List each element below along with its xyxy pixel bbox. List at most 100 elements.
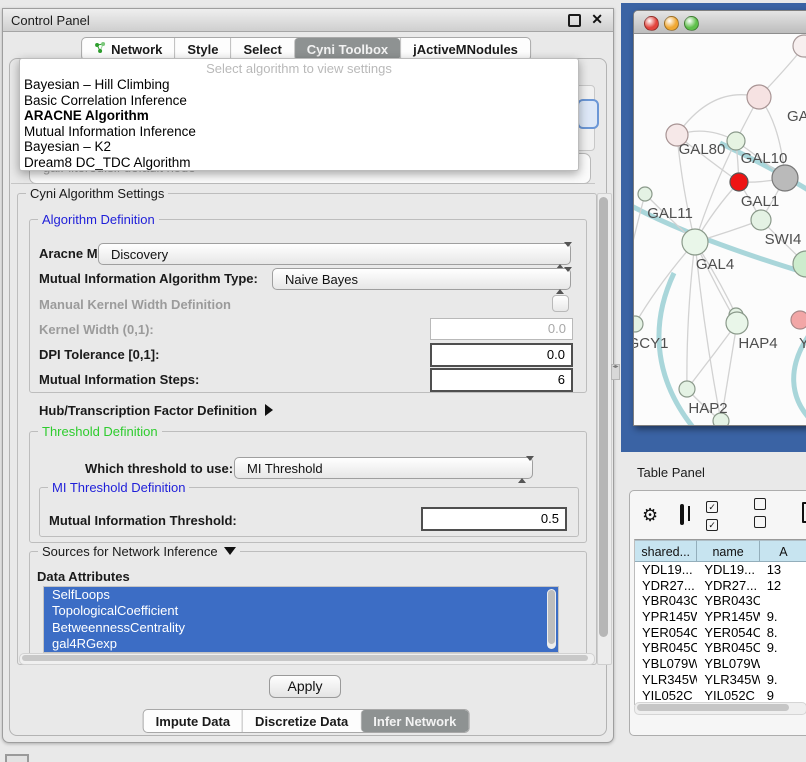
attribute-item[interactable]: SelfLoops [44,587,558,603]
table-cell[interactable]: 12 [760,578,806,594]
unchecked-pair-icon[interactable] [754,497,780,533]
table-cell[interactable]: YER054C [697,625,759,641]
table-row[interactable]: YBL079WYBL079W [635,656,806,672]
hub-definition-toggle[interactable]: Hub/Transcription Factor Definition [39,403,273,418]
table-cell[interactable]: YDR27... [697,578,759,594]
table-row[interactable]: YIL052CYIL052C9 [635,688,806,704]
sources-group-title[interactable]: Sources for Network Inference [38,544,240,559]
table-cell[interactable]: YIL052C [697,688,759,704]
algorithm-option[interactable]: Dream8 DC_TDC Algorithm [20,155,578,171]
table-cell[interactable]: YER054C [635,625,697,641]
table-row[interactable]: YBR045CYBR045C9. [635,640,806,656]
column-header[interactable]: name [697,540,759,562]
network-window-titlebar[interactable] [634,11,806,34]
table-cell[interactable]: YDL19... [697,562,759,578]
table-cell[interactable] [760,593,806,609]
mac-minimize-icon[interactable] [664,16,679,31]
network-edge[interactable] [687,323,737,389]
table-row[interactable]: YDR27...YDR27...12 [635,578,806,594]
mi-algorithm-type-combo[interactable]: Naive Bayes [272,268,571,290]
network-node[interactable] [634,316,643,332]
network-node[interactable] [730,173,748,191]
manual-kernel-checkbox[interactable] [552,295,569,312]
tab-style[interactable]: Style [174,38,230,60]
tab-infer-network[interactable]: Infer Network [360,710,468,732]
tab-cyni-toolbox[interactable]: Cyni Toolbox [294,38,400,60]
network-canvas[interactable]: GAL80GAL10GAL1GAL11SWI4GAL4GCY1HAP4YHAP2… [634,33,806,425]
algorithm-option[interactable]: Mutual Information Inference [20,124,578,140]
table-cell[interactable]: YBR043C [635,593,697,609]
attributes-scrollbar[interactable] [547,589,556,649]
settings-horizontal-scrollbar[interactable] [19,653,595,665]
mi-threshold-field[interactable]: 0.5 [421,507,567,531]
split-columns-icon[interactable] [680,506,684,524]
network-node[interactable] [791,311,806,329]
table-cell[interactable]: YBR045C [635,640,697,656]
table-cell[interactable]: YIL052C [635,688,697,704]
panel-splitter-handle[interactable]: ◂▸ [611,364,620,380]
table-cell[interactable]: YDR27... [635,578,697,594]
network-node[interactable] [727,132,745,150]
column-header[interactable]: A [760,540,806,562]
network-node[interactable] [682,229,708,255]
network-edge[interactable] [677,95,759,135]
algorithm-option[interactable]: Bayesian – Hill Climbing [20,77,578,93]
settings-vertical-scrollbar[interactable] [597,193,612,665]
network-node[interactable] [751,210,771,230]
network-edge[interactable] [634,194,645,263]
tab-select[interactable]: Select [230,38,293,60]
table-cell[interactable]: YBR043C [697,593,759,609]
hidden-combo-stepper[interactable] [577,99,599,129]
network-node[interactable] [726,312,748,334]
table-cell[interactable]: 9 [760,688,806,704]
network-node[interactable] [772,165,798,191]
attribute-item[interactable]: TopologicalCoefficient [44,603,558,619]
which-threshold-combo[interactable]: MI Threshold [234,457,533,479]
table-cell[interactable]: YPR145W [697,609,759,625]
column-header[interactable]: shared... [635,540,697,562]
dpi-tolerance-field[interactable]: 0.0 [430,343,573,367]
table-cell[interactable]: YBL079W [697,656,759,672]
table-cell[interactable]: YBL079W [635,656,697,672]
page-icon[interactable] [802,502,806,528]
attribute-item[interactable]: gal4RGexp [44,636,558,652]
table-cell[interactable]: 9. [760,640,806,656]
network-node[interactable] [679,381,695,397]
table-hscrollbar-thumb[interactable] [637,704,789,711]
tab-impute-data[interactable]: Impute Data [144,710,242,732]
restore-icon[interactable] [568,14,581,27]
kernel-width-field[interactable]: 0.0 [430,318,573,340]
settings-scrollbar-thumb[interactable] [599,197,608,637]
table-cell[interactable]: YBR045C [697,640,759,656]
network-edge[interactable] [635,242,695,324]
aracne-mode-combo[interactable]: Discovery [98,243,571,265]
network-node[interactable] [638,187,652,201]
network-node[interactable] [747,85,771,109]
table-cell[interactable] [760,656,806,672]
mi-steps-field[interactable]: 6 [430,368,573,392]
table-cell[interactable]: 9. [760,672,806,688]
table-cell[interactable]: YDL19... [635,562,697,578]
mac-zoom-icon[interactable] [684,16,699,31]
table-row[interactable]: YLR345WYLR345W9. [635,672,806,688]
data-attributes-list[interactable]: SelfLoopsTopologicalCoefficientBetweenne… [43,586,559,653]
table-row[interactable]: YER054CYER054C8. [635,625,806,641]
table-row[interactable]: YBR043CYBR043C [635,593,806,609]
control-panel-titlebar[interactable]: Control Panel ✕ [3,9,613,32]
network-node[interactable] [793,35,806,57]
algorithm-option[interactable]: Bayesian – K2 [20,139,578,155]
table-row[interactable]: YDL19...YDL19...13 [635,562,806,578]
gear-icon[interactable]: ⚙ [642,506,658,524]
algorithm-option[interactable]: Basic Correlation Inference [20,93,578,109]
attribute-item[interactable]: BetweennessCentrality [44,620,558,636]
tab-discretize-data[interactable]: Discretize Data [242,710,360,732]
network-edge[interactable] [687,242,695,389]
tab-jactivemnodules[interactable]: jActiveMNodules [400,38,530,60]
apply-button[interactable]: Apply [269,675,341,698]
table-cell[interactable]: 13 [760,562,806,578]
table-row[interactable]: YPR145WYPR145W9. [635,609,806,625]
mac-close-icon[interactable] [644,16,659,31]
table-cell[interactable]: YLR345W [635,672,697,688]
network-node[interactable] [793,251,806,277]
table-cell[interactable]: YLR345W [697,672,759,688]
